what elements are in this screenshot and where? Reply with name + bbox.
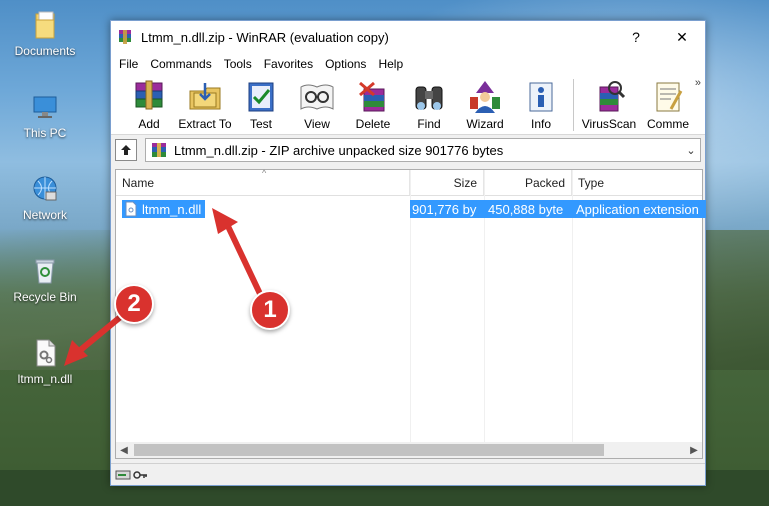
annotation-arrowhead-1 xyxy=(212,208,238,234)
annotation-arrow-2 xyxy=(75,311,127,355)
annotation-arrows xyxy=(64,208,265,366)
annotation-badge-2: 2 xyxy=(114,284,154,324)
annotation-badge-1: 1 xyxy=(250,290,290,330)
annotation-arrow-1 xyxy=(223,219,265,301)
